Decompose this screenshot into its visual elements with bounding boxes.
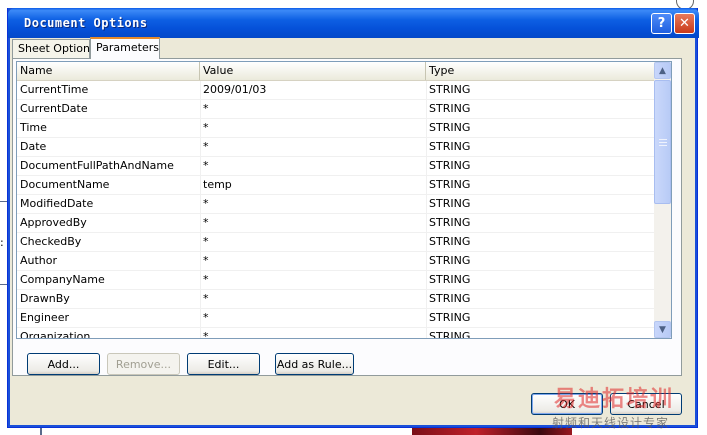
table-row[interactable]: Time * STRING xyxy=(17,119,655,138)
cell-type[interactable]: STRING xyxy=(426,233,658,252)
column-header-type[interactable]: Type xyxy=(426,62,655,80)
edit-button[interactable]: Edit... xyxy=(187,353,260,375)
column-header-value[interactable]: Value xyxy=(200,62,426,80)
cell-value[interactable]: * xyxy=(200,214,429,233)
grip-line xyxy=(659,139,667,140)
cell-value[interactable]: * xyxy=(200,271,429,290)
table-row[interactable]: Author * STRING xyxy=(17,252,655,271)
parameters-grid[interactable]: Name Value Type CurrentTime 2009/01/03 STR… xyxy=(16,61,672,339)
dialog-title: Document Options xyxy=(24,16,148,30)
table-row[interactable]: ApprovedBy * STRING xyxy=(17,214,655,233)
cell-type[interactable]: STRING xyxy=(426,271,658,290)
cell-value[interactable]: * xyxy=(200,157,429,176)
cell-name[interactable]: DocumentFullPathAndName xyxy=(17,157,203,176)
chevron-up-icon: ▲ xyxy=(659,65,666,76)
table-row[interactable]: DocumentName temp STRING xyxy=(17,176,655,195)
table-row[interactable]: Date * STRING xyxy=(17,138,655,157)
cell-name[interactable]: ApprovedBy xyxy=(17,214,203,233)
grip-line xyxy=(659,145,667,146)
grip-line xyxy=(659,142,667,143)
table-row[interactable]: CheckedBy * STRING xyxy=(17,233,655,252)
cell-type[interactable]: STRING xyxy=(426,214,658,233)
table-row[interactable]: Organization * STRING xyxy=(17,328,658,338)
cell-value[interactable]: * xyxy=(200,290,429,309)
cell-name[interactable]: DocumentName xyxy=(17,176,203,195)
watermark: 易迪拓培训 射频和天线设计专家 xyxy=(548,381,704,433)
cell-type[interactable]: STRING xyxy=(426,81,658,100)
background-colon: : xyxy=(0,236,4,249)
cell-value[interactable]: 2009/01/03 xyxy=(200,81,429,100)
close-icon: ✕ xyxy=(679,16,690,31)
table-row[interactable]: ModifiedDate * STRING xyxy=(17,195,655,214)
cell-value[interactable]: * xyxy=(200,195,429,214)
cell-value[interactable]: * xyxy=(200,100,429,119)
remove-button[interactable]: Remove... xyxy=(107,353,180,375)
background-line xyxy=(40,428,42,435)
cell-name[interactable]: CurrentTime xyxy=(17,81,203,100)
grid-rows: CurrentTime 2009/01/03 STRING CurrentDate * S… xyxy=(17,81,658,338)
add-as-rule-button[interactable]: Add as Rule... xyxy=(275,353,354,375)
tab-sheet-options[interactable]: Sheet Options xyxy=(12,39,96,58)
scroll-up-button[interactable]: ▲ xyxy=(654,62,671,79)
title-bar[interactable]: Document Options ? ✕ xyxy=(8,8,699,38)
scroll-down-button[interactable]: ▼ xyxy=(654,321,671,338)
cell-value[interactable]: * xyxy=(200,119,429,138)
scroll-thumb[interactable] xyxy=(654,80,671,204)
cell-type[interactable]: STRING xyxy=(426,138,658,157)
grid-header: Name Value Type xyxy=(17,62,655,81)
watermark-title: 易迪拓培训 xyxy=(554,387,675,412)
table-row[interactable]: CurrentDate * STRING xyxy=(17,100,655,119)
cell-name[interactable]: Organization xyxy=(17,328,203,338)
help-icon: ? xyxy=(657,16,666,31)
cell-type[interactable]: STRING xyxy=(426,119,658,138)
help-button[interactable]: ? xyxy=(651,13,672,34)
cell-type[interactable]: STRING xyxy=(426,290,658,309)
table-row[interactable]: DrawnBy * STRING xyxy=(17,290,655,309)
table-row[interactable]: CompanyName * STRING xyxy=(17,271,655,290)
cell-type[interactable]: STRING xyxy=(426,328,658,338)
cell-value[interactable]: * xyxy=(200,309,429,328)
cell-name[interactable]: CurrentDate xyxy=(17,100,203,119)
cell-value[interactable]: * xyxy=(200,233,429,252)
cell-name[interactable]: Engineer xyxy=(17,309,203,328)
chevron-down-icon: ▼ xyxy=(659,324,666,335)
cell-name[interactable]: DrawnBy xyxy=(17,290,203,309)
cell-name[interactable]: ModifiedDate xyxy=(17,195,203,214)
vertical-scrollbar[interactable]: ▲ ▼ xyxy=(654,62,671,338)
add-button[interactable]: Add... xyxy=(27,353,100,375)
cell-name[interactable]: CheckedBy xyxy=(17,233,203,252)
cell-name[interactable]: CompanyName xyxy=(17,271,203,290)
cell-type[interactable]: STRING xyxy=(426,195,658,214)
cell-type[interactable]: STRING xyxy=(426,100,658,119)
cell-type[interactable]: STRING xyxy=(426,309,658,328)
tab-parameters[interactable]: Parameters xyxy=(90,37,160,59)
table-row[interactable]: CurrentTime 2009/01/03 STRING xyxy=(17,81,655,100)
cell-name[interactable]: Time xyxy=(17,119,203,138)
table-row[interactable]: Engineer * STRING xyxy=(17,309,655,328)
cell-value[interactable]: * xyxy=(200,252,429,271)
cell-value[interactable]: temp xyxy=(200,176,429,195)
cell-value[interactable]: * xyxy=(200,328,429,338)
cell-type[interactable]: STRING xyxy=(426,252,658,271)
column-header-name[interactable]: Name xyxy=(17,62,200,80)
cell-type[interactable]: STRING xyxy=(426,157,658,176)
close-button[interactable]: ✕ xyxy=(674,13,695,34)
cell-value[interactable]: * xyxy=(200,138,429,157)
watermark-subtitle: 射频和天线设计专家 xyxy=(552,416,670,430)
cell-type[interactable]: STRING xyxy=(426,176,658,195)
cell-name[interactable]: Date xyxy=(17,138,203,157)
cell-name[interactable]: Author xyxy=(17,252,203,271)
table-row[interactable]: DocumentFullPathAndName * STRING xyxy=(17,157,655,176)
